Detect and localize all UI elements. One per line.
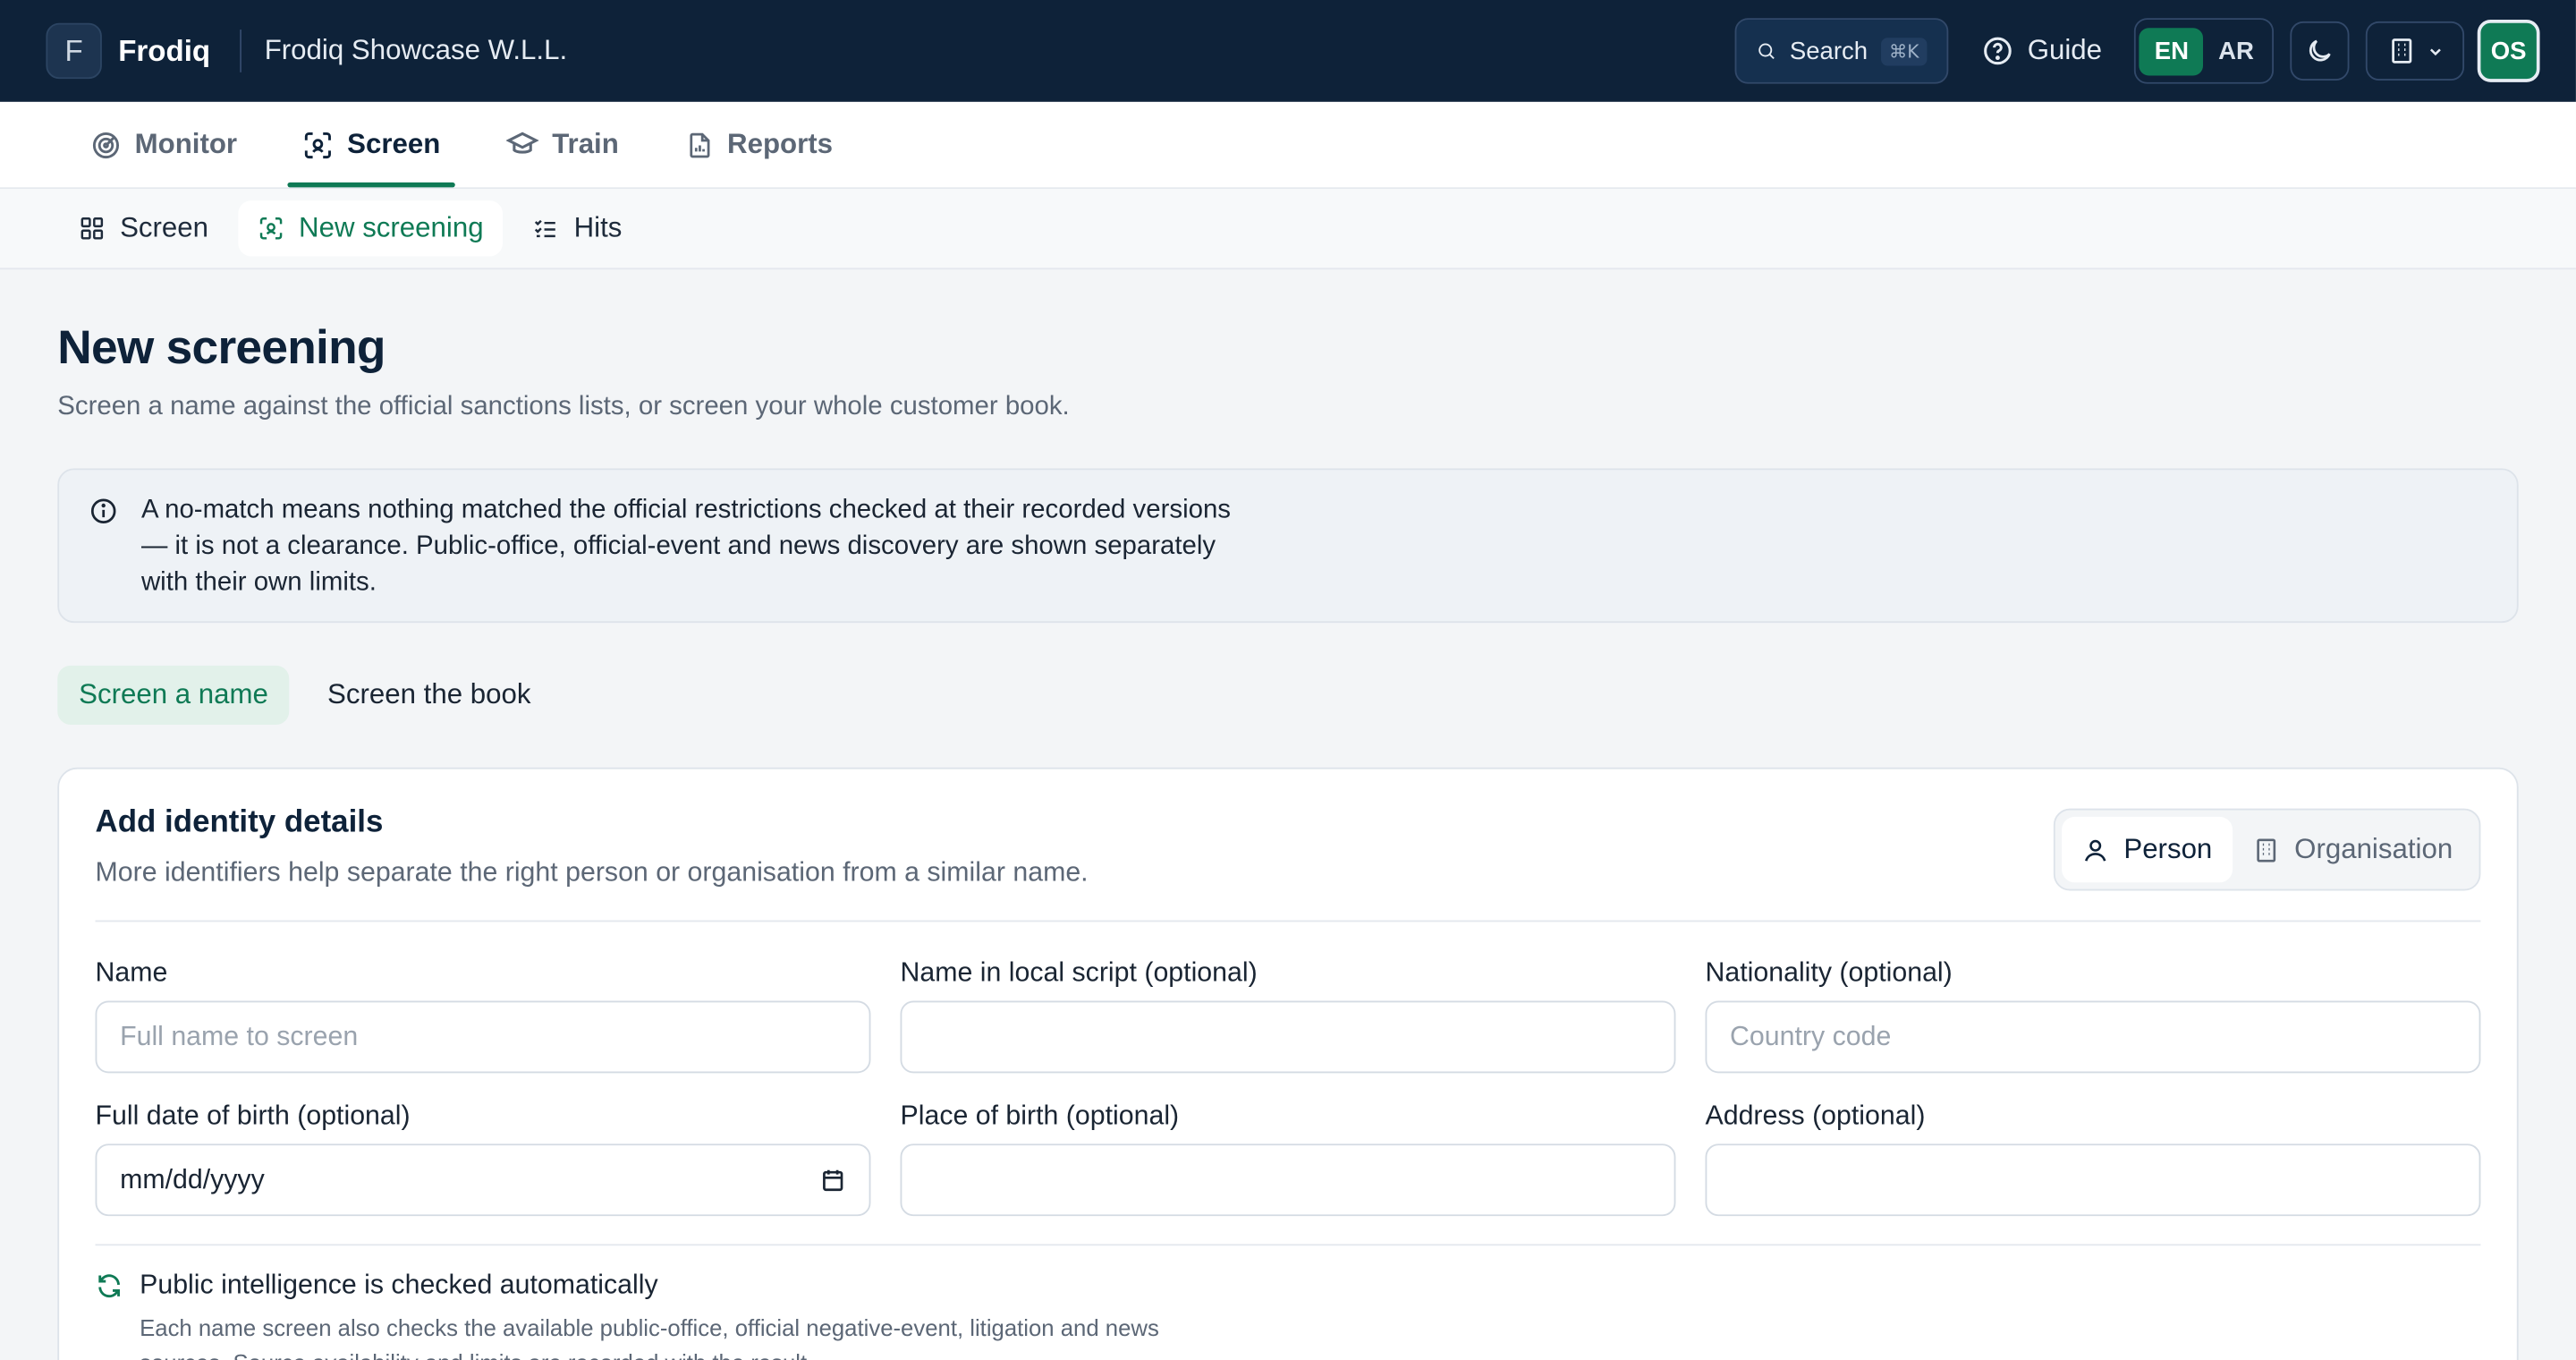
type-organisation-button[interactable]: Organisation bbox=[2232, 817, 2472, 882]
card-title: Add identity details bbox=[95, 804, 384, 840]
building-icon bbox=[2391, 38, 2411, 64]
scan-face-icon bbox=[259, 217, 283, 240]
tab-screen-a-name[interactable]: Screen a name bbox=[57, 665, 290, 725]
radar-icon bbox=[92, 132, 120, 158]
auto-check-notice: Public intelligence is checked automatic… bbox=[96, 1271, 2481, 1360]
main-content: New screening Screen a name against the … bbox=[0, 269, 2576, 1360]
auto-check-description: Each name screen also checks the availab… bbox=[140, 1314, 1159, 1360]
help-circle-icon bbox=[1984, 37, 2012, 65]
tab-reports[interactable]: Reports bbox=[670, 102, 848, 188]
tab-screen[interactable]: Screen bbox=[288, 102, 455, 188]
address-label: Address (optional) bbox=[1705, 1101, 1926, 1131]
search-icon bbox=[1758, 43, 1775, 60]
pob-label: Place of birth (optional) bbox=[900, 1101, 1180, 1131]
organization-name: Frodiq Showcase W.L.L. bbox=[264, 34, 568, 66]
moon-icon bbox=[2309, 39, 2331, 62]
organization-switcher[interactable] bbox=[2365, 21, 2465, 81]
notice-text: A no-match means nothing matched the off… bbox=[140, 496, 1231, 597]
user-icon bbox=[2084, 838, 2106, 861]
dob-field-group: Full date of birth (optional) mm/dd/yyyy bbox=[95, 1101, 871, 1217]
tab-screen-label: Screen bbox=[347, 128, 441, 160]
tab-reports-label: Reports bbox=[727, 128, 834, 160]
local-script-field-group: Name in local script (optional) bbox=[900, 957, 1676, 1074]
language-switcher: EN AR bbox=[2134, 18, 2274, 84]
address-input[interactable] bbox=[1705, 1143, 2481, 1217]
guide-label: Guide bbox=[2027, 34, 2103, 66]
divider bbox=[95, 1244, 2481, 1246]
grid-icon bbox=[80, 217, 104, 240]
pob-input[interactable] bbox=[900, 1143, 1676, 1217]
lang-ar-button[interactable]: AR bbox=[2204, 27, 2269, 74]
pob-field-group: Place of birth (optional) bbox=[900, 1101, 1676, 1217]
lang-en-button[interactable]: EN bbox=[2140, 27, 2204, 75]
identity-fields: Name Full name to screen Name in local s… bbox=[95, 957, 2481, 1217]
nationality-input[interactable]: Country code bbox=[1705, 1000, 2481, 1074]
calendar-icon[interactable] bbox=[820, 1167, 846, 1193]
nationality-field-group: Nationality (optional) Country code bbox=[1705, 957, 2481, 1074]
top-bar: F Frodiq Frodiq Showcase W.L.L. Search ⌘… bbox=[0, 0, 2576, 102]
app-logo[interactable]: F bbox=[46, 22, 102, 80]
secondary-nav: Screen New screening Hits bbox=[0, 189, 2576, 270]
info-notice: A no-match means nothing matched the off… bbox=[57, 468, 2519, 624]
type-organisation-label: Organisation bbox=[2294, 833, 2453, 865]
divider bbox=[240, 30, 242, 72]
search-button[interactable]: Search ⌘K bbox=[1734, 18, 1949, 84]
card-header: Add identity details More identifiers he… bbox=[95, 804, 2481, 922]
info-icon bbox=[90, 498, 116, 523]
graduation-cap-icon bbox=[505, 132, 539, 154]
dob-input[interactable]: mm/dd/yyyy bbox=[95, 1143, 871, 1217]
local-script-label: Name in local script (optional) bbox=[900, 957, 1258, 988]
type-person-label: Person bbox=[2123, 833, 2213, 865]
subtab-screen[interactable]: Screen bbox=[59, 200, 228, 256]
page-title: New screening bbox=[57, 321, 386, 375]
tab-train[interactable]: Train bbox=[491, 102, 633, 188]
card-subtitle: More identifiers help separate the right… bbox=[95, 857, 1089, 888]
building-icon bbox=[2256, 837, 2275, 862]
refresh-icon bbox=[98, 1274, 120, 1298]
search-label: Search bbox=[1789, 37, 1868, 65]
page-subtitle: Screen a name against the official sanct… bbox=[57, 392, 1070, 421]
checklist-icon bbox=[535, 219, 556, 238]
brand-name: Frodiq bbox=[118, 33, 211, 67]
tab-monitor-label: Monitor bbox=[134, 128, 238, 160]
report-icon bbox=[689, 132, 709, 157]
mode-tabs: Screen a name Screen the book bbox=[57, 665, 2518, 725]
name-label: Name bbox=[95, 957, 168, 988]
subtab-screen-label: Screen bbox=[120, 211, 209, 243]
user-avatar[interactable]: OS bbox=[2477, 20, 2540, 82]
scan-face-icon bbox=[305, 132, 332, 158]
tab-monitor[interactable]: Monitor bbox=[75, 102, 251, 188]
dob-value: mm/dd/yyyy bbox=[120, 1164, 265, 1194]
theme-toggle-button[interactable] bbox=[2290, 21, 2350, 81]
subtab-new-screening-label: New screening bbox=[299, 211, 484, 243]
tab-train-label: Train bbox=[552, 128, 619, 160]
name-input[interactable]: Full name to screen bbox=[95, 1000, 871, 1074]
type-person-button[interactable]: Person bbox=[2061, 816, 2233, 883]
nationality-label: Nationality (optional) bbox=[1705, 957, 1953, 988]
entity-type-toggle: Person Organisation bbox=[2053, 808, 2481, 891]
identity-card: Add identity details More identifiers he… bbox=[57, 767, 2519, 1360]
subtab-hits-label: Hits bbox=[573, 211, 623, 243]
search-shortcut: ⌘K bbox=[1880, 37, 1928, 65]
tab-screen-the-book[interactable]: Screen the book bbox=[306, 666, 552, 725]
logo-letter: F bbox=[64, 33, 83, 67]
subtab-new-screening[interactable]: New screening bbox=[238, 200, 504, 257]
dob-label: Full date of birth (optional) bbox=[95, 1101, 411, 1131]
name-field-group: Name Full name to screen bbox=[95, 957, 871, 1074]
local-script-input[interactable] bbox=[900, 1000, 1676, 1074]
address-field-group: Address (optional) bbox=[1705, 1101, 2481, 1217]
guide-button[interactable]: Guide bbox=[1981, 35, 2102, 68]
auto-check-title: Public intelligence is checked automatic… bbox=[140, 1270, 658, 1300]
subtab-hits[interactable]: Hits bbox=[513, 200, 642, 256]
primary-nav: Monitor Screen Train Reports bbox=[0, 101, 2576, 190]
avatar-initials: OS bbox=[2490, 37, 2527, 65]
chevron-down-icon bbox=[2429, 47, 2440, 55]
